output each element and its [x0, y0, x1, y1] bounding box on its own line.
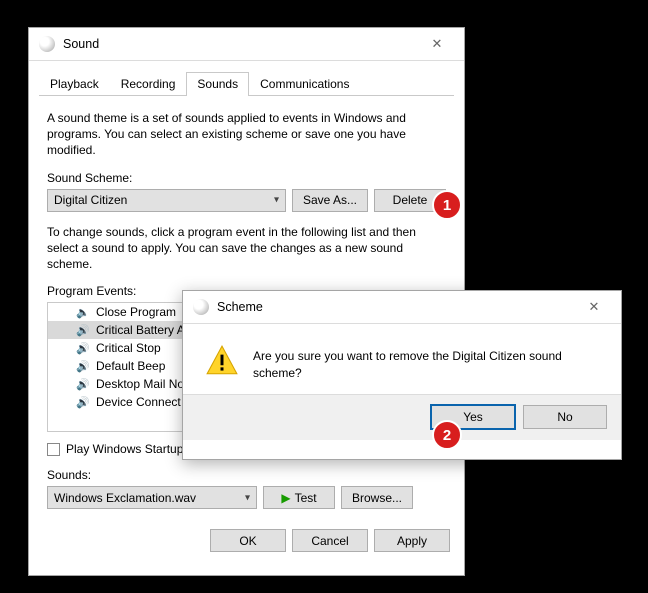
dialog-footer: Yes No	[183, 394, 621, 440]
save-as-button[interactable]: Save As...	[292, 189, 368, 212]
ok-button[interactable]: OK	[210, 529, 286, 552]
play-icon: ▶	[281, 491, 290, 505]
event-label: Critical Stop	[96, 341, 161, 355]
tab-sounds[interactable]: Sounds	[186, 72, 249, 96]
browse-button[interactable]: Browse...	[341, 486, 413, 509]
event-label: Close Program	[96, 305, 176, 319]
chevron-down-icon: ▾	[274, 195, 279, 206]
tab-communications[interactable]: Communications	[249, 72, 360, 96]
close-button[interactable]: ✕	[573, 293, 615, 321]
close-icon: ✕	[589, 299, 600, 315]
cancel-button[interactable]: Cancel	[292, 529, 368, 552]
callout-badge-1: 1	[432, 190, 462, 220]
callout-badge-2: 2	[432, 420, 462, 450]
sound-app-icon	[39, 36, 55, 52]
chevron-down-icon: ▾	[245, 492, 250, 503]
sound-on-icon: 🔊	[76, 324, 90, 337]
sound-off-icon: 🔈	[76, 306, 90, 319]
event-label: Device Connect	[96, 395, 181, 409]
sounds-label: Sounds:	[47, 468, 446, 482]
startup-checkbox[interactable]	[47, 443, 60, 456]
sounds-value: Windows Exclamation.wav	[54, 491, 196, 505]
sound-on-icon: 🔊	[76, 378, 90, 391]
titlebar: Sound ✕	[29, 28, 464, 61]
scheme-confirm-dialog: Scheme ✕ Are you sure you want to remove…	[182, 290, 622, 460]
test-label: Test	[295, 491, 317, 505]
tab-playback[interactable]: Playback	[39, 72, 110, 96]
tabstrip: Playback Recording Sounds Communications	[39, 71, 454, 96]
close-button[interactable]: ✕	[416, 30, 458, 58]
warning-icon	[205, 344, 239, 378]
theme-description: A sound theme is a set of sounds applied…	[47, 110, 446, 159]
window-title: Sound	[63, 37, 416, 51]
test-button[interactable]: ▶ Test	[263, 486, 335, 509]
titlebar: Scheme ✕	[183, 291, 621, 324]
window-title: Scheme	[217, 300, 573, 314]
scheme-value: Digital Citizen	[54, 193, 127, 207]
scheme-label: Sound Scheme:	[47, 171, 446, 185]
sound-app-icon	[193, 299, 209, 315]
change-description: To change sounds, click a program event …	[47, 224, 446, 273]
sound-on-icon: 🔊	[76, 396, 90, 409]
sound-on-icon: 🔊	[76, 360, 90, 373]
apply-button[interactable]: Apply	[374, 529, 450, 552]
tab-recording[interactable]: Recording	[110, 72, 187, 96]
sound-on-icon: 🔊	[76, 342, 90, 355]
sounds-dropdown[interactable]: Windows Exclamation.wav ▾	[47, 486, 257, 509]
close-icon: ✕	[432, 36, 443, 52]
scheme-dropdown[interactable]: Digital Citizen ▾	[47, 189, 286, 212]
no-button[interactable]: No	[523, 405, 607, 429]
event-label: Default Beep	[96, 359, 165, 373]
confirm-message: Are you sure you want to remove the Digi…	[253, 344, 599, 382]
dialog-footer: OK Cancel Apply	[29, 517, 464, 566]
